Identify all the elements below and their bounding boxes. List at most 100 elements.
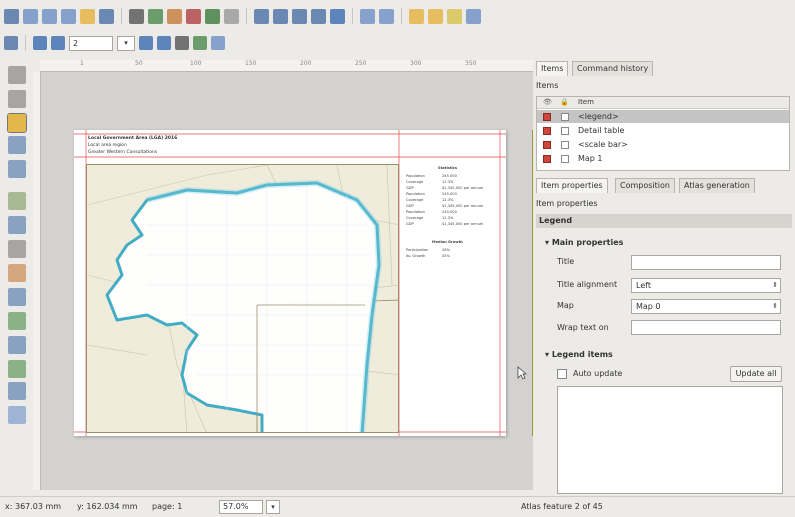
legend-items-group[interactable]: ▾ Legend items — [545, 350, 613, 359]
open-folder-icon[interactable] — [80, 8, 95, 24]
mouse-cursor-icon — [517, 366, 527, 380]
lock-checkbox[interactable] — [561, 113, 569, 121]
lock-checkbox[interactable] — [561, 127, 569, 135]
zoom-dropdown[interactable]: ▾ — [266, 500, 280, 514]
atlas-settings-icon[interactable] — [211, 36, 225, 50]
items-label: Items — [536, 81, 559, 90]
items-list-row[interactable]: Map 1 — [537, 152, 789, 165]
tab-items[interactable]: Items — [536, 61, 569, 76]
add-image-tool-icon[interactable] — [8, 216, 26, 234]
atlas-page-input[interactable]: 2 — [69, 35, 113, 51]
add-table-tool-icon[interactable] — [8, 382, 26, 400]
visibility-checkbox[interactable] — [543, 127, 551, 135]
spinner-icon: ⬍ — [772, 302, 778, 310]
move-content-tool-icon[interactable] — [8, 136, 26, 154]
zoom-input[interactable]: 57.0% — [219, 500, 263, 514]
legend-items-tree[interactable] — [557, 386, 783, 494]
save-template-icon[interactable] — [99, 8, 114, 24]
redo-icon[interactable] — [224, 8, 239, 24]
atlas-page-dropdown[interactable]: ▾ — [117, 35, 135, 51]
tab-command-history[interactable]: Command history — [572, 61, 654, 76]
refresh-icon[interactable] — [330, 8, 345, 24]
lock-icon[interactable] — [409, 8, 424, 24]
add-shape-tool-icon[interactable] — [8, 312, 26, 330]
auto-update-checkbox[interactable] — [557, 369, 567, 379]
zoom-tool-icon[interactable] — [8, 90, 26, 108]
composer-side-panel: Items Command history Items 👁 🔒 Item <le… — [533, 58, 795, 494]
map-subtitle: Local area region — [88, 143, 127, 148]
visibility-checkbox[interactable] — [543, 141, 551, 149]
zoom-100-icon[interactable] — [273, 8, 288, 24]
atlas-preview-icon[interactable] — [4, 36, 18, 50]
last-feature-icon[interactable] — [157, 36, 171, 50]
atlas-toolbar: 2 ▾ — [0, 31, 225, 55]
items-list[interactable]: 👁 🔒 Item <legend> Detail table <scale bar>… — [536, 96, 790, 171]
wrap-text-input[interactable] — [631, 320, 781, 335]
composer-manager-icon[interactable] — [61, 8, 76, 24]
next-feature-icon[interactable] — [139, 36, 153, 50]
item-name: Detail table — [578, 126, 625, 135]
tab-composition[interactable]: Composition — [615, 178, 675, 193]
update-all-button[interactable]: Update all — [730, 366, 782, 382]
wrap-text-label: Wrap text on — [557, 323, 609, 332]
main-toolbar — [0, 3, 481, 29]
tab-atlas-generation[interactable]: Atlas generation — [679, 178, 755, 193]
pan-tool-icon[interactable] — [8, 66, 26, 84]
title-input[interactable] — [631, 255, 781, 270]
raise-items-icon[interactable] — [447, 8, 462, 24]
spinner-icon: ⬍ — [772, 281, 778, 289]
items-list-row[interactable]: Detail table — [537, 124, 789, 137]
export-svg-icon[interactable] — [167, 8, 182, 24]
map-item[interactable] — [86, 164, 399, 433]
previous-feature-icon[interactable] — [51, 36, 65, 50]
vertical-ruler — [33, 72, 41, 490]
legend-row-label: Coverage — [406, 216, 424, 220]
items-list-row[interactable]: <legend> — [537, 110, 789, 123]
status-bar: x: 367.03 mm y: 162.034 mm page: 1 57.0%… — [0, 496, 795, 517]
add-legend-tool-icon[interactable] — [8, 264, 26, 282]
lock-checkbox[interactable] — [561, 155, 569, 163]
ruler-tick-label: 100 — [190, 60, 202, 67]
items-list-row[interactable]: <scale bar> — [537, 138, 789, 151]
map-drawing — [87, 165, 398, 432]
visibility-checkbox[interactable] — [543, 113, 551, 121]
map-select[interactable]: Map 0 ⬍ — [631, 299, 781, 314]
align-items-icon[interactable] — [466, 8, 481, 24]
layout-page[interactable]: Local Government Area (LGA) 2016 Local a… — [74, 130, 540, 436]
print-icon[interactable] — [129, 8, 144, 24]
add-html-tool-icon[interactable] — [8, 406, 26, 424]
composer-canvas[interactable]: Local Government Area (LGA) 2016 Local a… — [41, 72, 540, 490]
export-image-icon[interactable] — [148, 8, 163, 24]
duplicate-composer-icon[interactable] — [42, 8, 57, 24]
legend-row-value: 12.3% — [442, 180, 454, 184]
legend-heading: Statistics — [438, 166, 458, 170]
group-icon[interactable] — [360, 8, 375, 24]
new-composer-icon[interactable] — [23, 8, 38, 24]
export-atlas-icon[interactable] — [193, 36, 207, 50]
lock-checkbox[interactable] — [561, 141, 569, 149]
legend-row-label: GDP — [406, 186, 414, 190]
legend-row-value: 28% — [442, 248, 450, 252]
add-polyline-tool-icon[interactable] — [8, 360, 26, 378]
add-arrow-tool-icon[interactable] — [8, 336, 26, 354]
select-tool-icon[interactable] — [7, 113, 27, 133]
title-alignment-select[interactable]: Left ⬍ — [631, 278, 781, 293]
main-properties-group[interactable]: ▾ Main properties — [545, 238, 623, 247]
statistics-legend[interactable]: Statistics Population 245,000 Coverage 12.3… — [404, 164, 496, 284]
ungroup-icon[interactable] — [379, 8, 394, 24]
unlock-icon[interactable] — [428, 8, 443, 24]
first-feature-icon[interactable] — [33, 36, 47, 50]
export-pdf-icon[interactable] — [186, 8, 201, 24]
tab-item-properties[interactable]: Item properties — [536, 178, 608, 193]
add-label-tool-icon[interactable] — [8, 240, 26, 258]
print-atlas-icon[interactable] — [175, 36, 189, 50]
zoom-in-icon[interactable] — [292, 8, 307, 24]
add-scalebar-tool-icon[interactable] — [8, 288, 26, 306]
zoom-full-icon[interactable] — [254, 8, 269, 24]
zoom-out-icon[interactable] — [311, 8, 326, 24]
add-map-tool-icon[interactable] — [8, 192, 26, 210]
undo-icon[interactable] — [205, 8, 220, 24]
visibility-checkbox[interactable] — [543, 155, 551, 163]
edit-nodes-tool-icon[interactable] — [8, 160, 26, 178]
save-icon[interactable] — [4, 8, 19, 24]
